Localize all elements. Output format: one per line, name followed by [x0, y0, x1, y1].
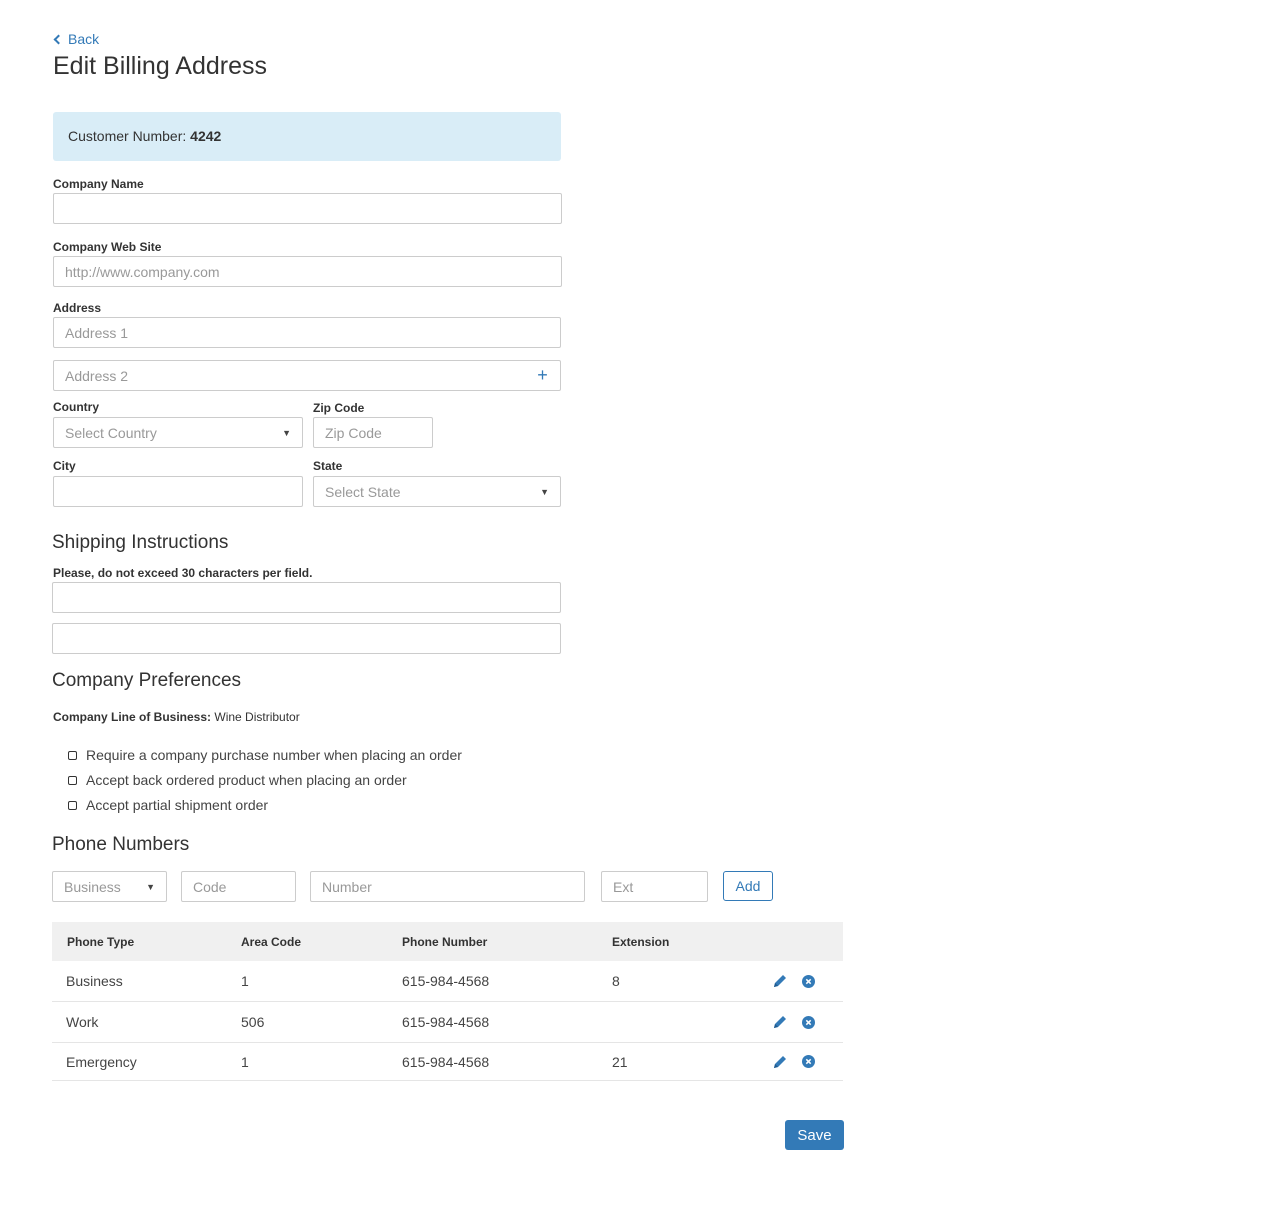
cell-area: 506: [241, 1014, 265, 1030]
add-address-line-button[interactable]: +: [525, 360, 561, 391]
shipping-note: Please, do not exceed 30 characters per …: [53, 566, 313, 580]
cell-type: Business: [66, 973, 123, 989]
remove-circle-icon[interactable]: [802, 974, 815, 988]
line-of-business-label: Company Line of Business:: [53, 710, 212, 724]
country-select[interactable]: Select Country ▼: [53, 417, 303, 448]
plus-icon: +: [537, 365, 548, 385]
remove-circle-icon[interactable]: [802, 1055, 815, 1068]
city-input[interactable]: [53, 476, 303, 507]
address-label: Address: [53, 301, 102, 315]
cell-type: Emergency: [66, 1053, 137, 1070]
add-phone-button[interactable]: Add: [723, 871, 773, 901]
column-header: Extension: [612, 934, 670, 949]
company-name-label: Company Name: [53, 177, 144, 191]
remove-circle-icon[interactable]: [802, 1015, 815, 1029]
address2-input[interactable]: Address 2: [53, 360, 526, 391]
phone-type-selected: Business: [64, 878, 121, 895]
caret-down-icon: ▼: [540, 486, 549, 497]
page-title: Edit Billing Address: [53, 52, 268, 80]
state-select[interactable]: Select State ▼: [313, 476, 561, 507]
preferences-title: Company Preferences: [52, 670, 242, 691]
cell-ext: 21: [612, 1053, 628, 1070]
address1-input[interactable]: Address 1: [53, 317, 561, 348]
company-website-input[interactable]: http://www.company.com: [53, 256, 562, 287]
cell-number: 615-984-4568: [402, 1053, 490, 1070]
line-of-business: Company Line of Business: Wine Distribut…: [53, 710, 300, 724]
shipping-title: Shipping Instructions: [52, 532, 229, 553]
company-website-label: Company Web Site: [53, 240, 162, 254]
line-of-business-value: Wine Distributor: [214, 710, 300, 724]
phone-table: Phone Type Area Code Phone Number Extens…: [52, 922, 843, 1081]
extension-input[interactable]: Ext: [601, 871, 708, 902]
customer-number-banner: Customer Number: 4242: [53, 112, 561, 161]
country-selected: Select Country: [65, 424, 157, 441]
zip-input[interactable]: Zip Code: [313, 417, 433, 448]
column-header: Phone Type: [67, 934, 135, 949]
caret-down-icon: ▼: [282, 427, 291, 438]
phone-number-input[interactable]: Number: [310, 871, 585, 902]
pref-option-label: Accept back ordered product when placing…: [86, 772, 407, 788]
pref-option-purchase-number[interactable]: Require a company purchase number when p…: [68, 747, 462, 763]
cell-number: 615-984-4568: [402, 1014, 490, 1030]
cell-number: 615-984-4568: [402, 973, 490, 989]
state-selected: Select State: [325, 483, 401, 500]
column-header: Area Code: [241, 934, 302, 949]
save-button[interactable]: Save: [785, 1120, 844, 1150]
column-header: Phone Number: [402, 934, 488, 949]
company-name-input[interactable]: [53, 193, 562, 224]
pencil-icon[interactable]: [772, 1054, 788, 1070]
phone-type-select[interactable]: Business ▼: [52, 871, 167, 902]
pencil-icon[interactable]: [772, 973, 788, 989]
pref-option-back-order[interactable]: Accept back ordered product when placing…: [68, 772, 407, 788]
pref-option-label: Require a company purchase number when p…: [86, 747, 462, 763]
state-label: State: [313, 459, 343, 473]
phones-title: Phone Numbers: [52, 834, 190, 855]
country-label: Country: [53, 400, 99, 414]
caret-down-icon: ▼: [146, 881, 155, 892]
pref-option-partial-shipment[interactable]: Accept partial shipment order: [68, 797, 268, 813]
back-link[interactable]: Back: [53, 31, 100, 47]
chevron-left-icon: [53, 34, 64, 45]
area-code-input[interactable]: Code: [181, 871, 296, 902]
shipping-line2-input[interactable]: [52, 623, 561, 654]
table-row: Emergency 1 615-984-4568 21: [52, 1043, 843, 1081]
checkbox[interactable]: [68, 775, 77, 785]
cell-area: 1: [241, 973, 249, 989]
customer-number-value: 4242: [190, 128, 222, 144]
shipping-line1-input[interactable]: [52, 582, 561, 613]
pencil-icon[interactable]: [772, 1014, 788, 1030]
table-header: Phone Type Area Code Phone Number Extens…: [52, 922, 843, 961]
back-label: Back: [68, 31, 100, 47]
table-row: Business 1 615-984-4568 8: [52, 961, 843, 1002]
cell-area: 1: [241, 1053, 249, 1070]
pref-option-label: Accept partial shipment order: [86, 797, 269, 813]
zip-label: Zip Code: [313, 401, 365, 415]
cell-type: Work: [66, 1014, 99, 1030]
customer-number-label: Customer Number:: [68, 128, 187, 144]
cell-ext: 8: [612, 973, 620, 989]
checkbox[interactable]: [68, 800, 77, 810]
checkbox[interactable]: [68, 750, 77, 760]
city-label: City: [53, 459, 76, 473]
table-row: Work 506 615-984-4568: [52, 1002, 843, 1043]
